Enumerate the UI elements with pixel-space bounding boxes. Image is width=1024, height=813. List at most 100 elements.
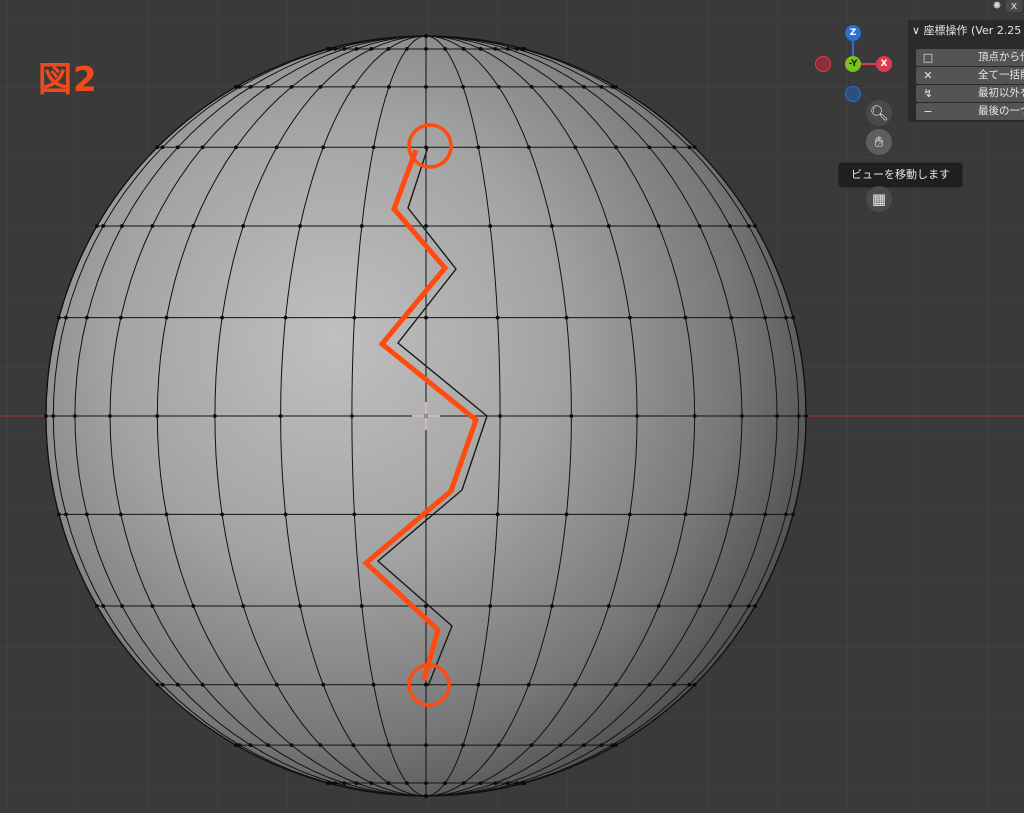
mesh-vertex[interactable] (95, 604, 99, 608)
mesh-vertex[interactable] (278, 414, 283, 418)
mesh-vertex[interactable] (359, 604, 364, 608)
mesh-vertex[interactable] (424, 47, 428, 51)
mesh-vertex[interactable] (150, 224, 155, 228)
mesh-vertex[interactable] (220, 512, 225, 517)
mesh-vertex[interactable] (599, 85, 604, 89)
mesh-vertex[interactable] (298, 604, 302, 608)
mesh-vertex[interactable] (333, 47, 337, 51)
delete-all-button[interactable]: ✕ 全て一括削 (916, 67, 1024, 84)
mesh-vertex[interactable] (120, 224, 124, 228)
mesh-vertex[interactable] (746, 604, 751, 608)
mesh-vertex[interactable] (687, 682, 692, 687)
mesh-vertex[interactable] (628, 512, 632, 517)
mesh-vertex[interactable] (461, 743, 465, 747)
mesh-vertex[interactable] (150, 604, 155, 608)
zoom-button[interactable]: 🔍︎ (866, 100, 892, 126)
mesh-vertex[interactable] (569, 414, 574, 418)
mesh-vertex[interactable] (599, 743, 604, 747)
mesh-vertex[interactable] (476, 682, 481, 687)
mesh-vertex[interactable] (564, 512, 569, 517)
mesh-vertex[interactable] (697, 604, 702, 608)
mesh-vertex[interactable] (505, 781, 510, 785)
gizmo-x-axis[interactable]: X (876, 56, 892, 72)
mesh-vertex[interactable] (155, 682, 160, 687)
mesh-vertex[interactable] (266, 743, 270, 747)
mesh-vertex[interactable] (775, 414, 779, 418)
mesh-vertex[interactable] (57, 315, 61, 320)
mesh-vertex[interactable] (505, 47, 510, 51)
gizmo-neg-z-axis[interactable] (845, 86, 861, 102)
mesh-vertex[interactable] (155, 414, 160, 418)
create-from-vertex-button[interactable]: □ 頂点から作 (916, 49, 1024, 66)
mesh-vertex[interactable] (266, 85, 270, 89)
mesh-vertex[interactable] (495, 315, 500, 320)
settings-icon[interactable]: ✸ (989, 0, 1005, 12)
mesh-vertex[interactable] (404, 47, 409, 51)
mesh-vertex[interactable] (321, 145, 326, 150)
mesh-vertex[interactable] (763, 512, 767, 517)
mesh-vertex[interactable] (237, 743, 242, 747)
mesh-vertex[interactable] (526, 682, 531, 687)
mesh-vertex[interactable] (550, 604, 554, 608)
mesh-vertex[interactable] (656, 224, 661, 228)
mesh-vertex[interactable] (488, 224, 493, 228)
mesh-vertex[interactable] (672, 682, 677, 687)
panel-header[interactable]: ∨ 座標操作 (Ver 2.25 P (912, 22, 1024, 40)
mesh-vertex[interactable] (120, 604, 124, 608)
mesh-vertex[interactable] (729, 315, 734, 320)
mesh-vertex[interactable] (234, 743, 238, 747)
mesh-vertex[interactable] (522, 781, 527, 785)
mesh-vertex[interactable] (289, 85, 294, 89)
mesh-vertex[interactable] (298, 224, 302, 228)
mesh-vertex[interactable] (753, 604, 757, 608)
mesh-vertex[interactable] (496, 743, 501, 747)
mesh-vertex[interactable] (73, 414, 77, 418)
mesh-vertex[interactable] (683, 315, 688, 320)
mesh-vertex[interactable] (573, 682, 578, 687)
mesh-vertex[interactable] (614, 85, 618, 89)
last-one-button[interactable]: − 最後の一つ (916, 103, 1024, 120)
mesh-vertex[interactable] (424, 743, 428, 747)
pan-view-button[interactable]: ✋︎ (866, 129, 892, 155)
mesh-vertex[interactable] (461, 85, 465, 89)
mesh-vertex[interactable] (248, 85, 253, 89)
mesh-vertex[interactable] (200, 682, 205, 687)
mesh-vertex[interactable] (740, 414, 744, 418)
mesh-vertex[interactable] (101, 604, 106, 608)
mesh-vertex[interactable] (101, 224, 106, 228)
mesh-vertex[interactable] (763, 315, 767, 320)
mesh-vertex[interactable] (476, 145, 481, 150)
mesh-vertex[interactable] (57, 512, 61, 517)
mesh-vertex[interactable] (515, 47, 519, 51)
mesh-vertex[interactable] (248, 743, 253, 747)
mesh-vertex[interactable] (647, 145, 652, 150)
mesh-vertex[interactable] (241, 604, 246, 608)
mesh-vertex[interactable] (692, 414, 697, 418)
mesh-vertex[interactable] (283, 512, 288, 517)
mesh-vertex[interactable] (64, 512, 68, 517)
mesh-vertex[interactable] (529, 85, 534, 89)
mesh-vertex[interactable] (461, 47, 466, 51)
close-icon[interactable]: x (1006, 0, 1022, 12)
mesh-vertex[interactable] (697, 224, 702, 228)
mesh-vertex[interactable] (424, 682, 428, 687)
mesh-vertex[interactable] (478, 47, 483, 51)
mesh-vertex[interactable] (784, 315, 788, 320)
mesh-vertex[interactable] (85, 315, 89, 320)
mesh-vertex[interactable] (610, 743, 615, 747)
mesh-vertex[interactable] (647, 682, 652, 687)
mesh-vertex[interactable] (234, 682, 238, 687)
mesh-vertex[interactable] (352, 512, 357, 517)
mesh-vertex[interactable] (160, 682, 165, 687)
mesh-vertex[interactable] (213, 414, 217, 418)
mesh-vertex[interactable] (333, 781, 337, 785)
mesh-vertex[interactable] (175, 682, 180, 687)
mesh-vertex[interactable] (234, 85, 238, 89)
mesh-vertex[interactable] (791, 512, 795, 517)
mesh-vertex[interactable] (496, 85, 501, 89)
mesh-vertex[interactable] (51, 414, 56, 418)
mesh-vertex[interactable] (327, 47, 332, 51)
mesh-vertex[interactable] (318, 743, 323, 747)
mesh-vertex[interactable] (728, 224, 732, 228)
mesh-vertex[interactable] (493, 781, 498, 785)
